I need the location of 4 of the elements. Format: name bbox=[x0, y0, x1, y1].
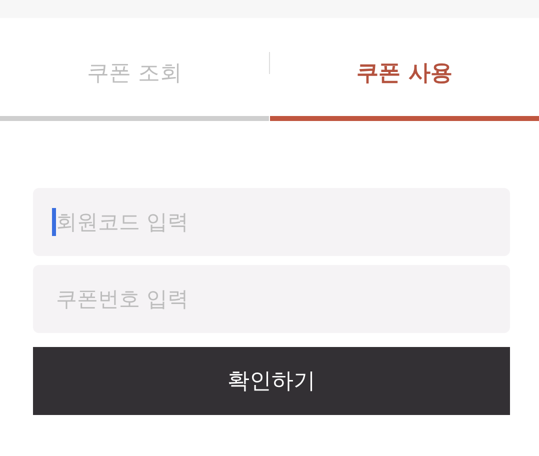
input-field[interactable]: 쿠폰번호 입력 bbox=[33, 265, 510, 333]
confirm-button[interactable]: 확인하기 bbox=[33, 347, 510, 415]
input-field[interactable]: 회원코드 입력 bbox=[33, 188, 510, 256]
tab[interactable]: 쿠폰 사용 bbox=[270, 44, 539, 121]
